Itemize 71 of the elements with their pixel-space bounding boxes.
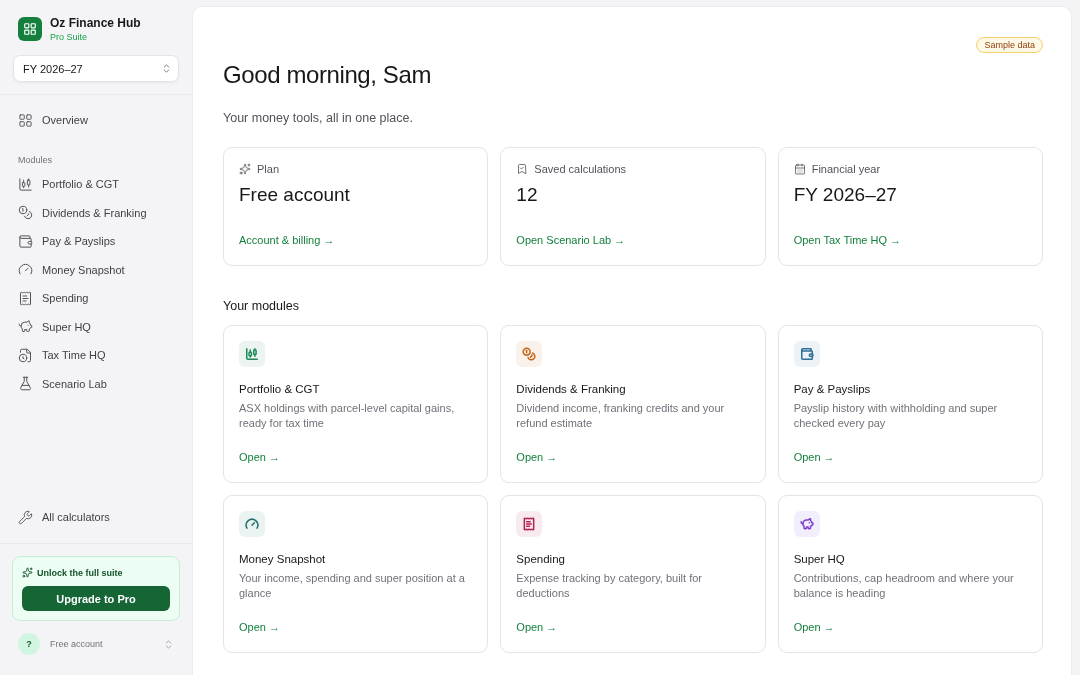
bookmark-icon bbox=[516, 163, 529, 175]
stat-link[interactable]: Open Tax Time HQ → bbox=[793, 234, 902, 246]
upgrade-button[interactable]: Upgrade to Pro bbox=[22, 586, 170, 611]
module-title: Dividends & Franking bbox=[516, 383, 627, 395]
nav-item[interactable]: Spending bbox=[8, 285, 184, 311]
module-title: Portfolio & CGT bbox=[239, 383, 321, 395]
promo-title: Unlock the full suite bbox=[37, 567, 123, 578]
greeting: Good morning, Sam bbox=[223, 61, 432, 89]
sample-data-badge: Sample data bbox=[976, 37, 1043, 53]
module-card[interactable]: Spending Expense tracking by category, built for deductions Open → bbox=[500, 495, 766, 653]
open-link[interactable]: Open → bbox=[239, 451, 280, 463]
subtitle: Your money tools, all in one place. bbox=[223, 111, 414, 125]
nav-item[interactable]: Dividends & Franking bbox=[8, 199, 184, 226]
stat-link[interactable]: Account & billing → bbox=[239, 234, 335, 246]
module-title: Super HQ bbox=[793, 553, 846, 565]
document-icon bbox=[18, 347, 33, 363]
module-description: Dividend income, franking credits and your refund estimate bbox=[516, 401, 726, 431]
nav-item[interactable]: Tax Time HQ bbox=[8, 342, 184, 368]
chevrons-icon bbox=[163, 638, 174, 650]
nav-item[interactable]: Scenario Lab bbox=[8, 370, 184, 397]
module-card[interactable]: Dividends & Franking Dividend income, franking credits and your refund estimate Open → bbox=[500, 325, 766, 483]
module-title: Pay & Payslips bbox=[793, 383, 872, 395]
open-link[interactable]: Open → bbox=[516, 451, 558, 463]
nav-item[interactable]: Super HQ bbox=[8, 313, 184, 340]
module-card[interactable]: Portfolio & CGT ASX holdings with parcel-level capital gains, ready for tax time Open → bbox=[223, 325, 489, 483]
grid-icon bbox=[18, 112, 33, 128]
module-description: ASX holdings with parcel-level capital gains, ready for tax time bbox=[239, 401, 456, 431]
wallet-icon bbox=[18, 233, 33, 249]
module-description: Expense tracking by category, built for deductions bbox=[516, 571, 703, 601]
stat-value: Free account bbox=[239, 184, 351, 206]
calendar-icon bbox=[793, 163, 806, 175]
brand-name: Oz Finance Hub bbox=[50, 16, 141, 30]
section-label: Modules bbox=[17, 155, 54, 165]
section-heading: Your modules bbox=[223, 299, 300, 313]
gauge-icon bbox=[18, 262, 33, 277]
stat-label: Financial year bbox=[811, 163, 881, 175]
nav-item[interactable]: Overview bbox=[8, 107, 184, 133]
stat-value: FY 2026–27 bbox=[793, 184, 898, 206]
open-link[interactable]: Open → bbox=[239, 621, 280, 633]
sparkles-icon bbox=[239, 163, 251, 175]
coins-icon bbox=[18, 205, 33, 220]
module-description: Payslip history with withholding and super checked every pay bbox=[793, 401, 999, 431]
wrench-icon bbox=[18, 509, 33, 525]
piggy-bank-icon bbox=[18, 319, 33, 334]
stat-label: Saved calculations bbox=[534, 163, 627, 175]
module-card[interactable]: Super HQ Contributions, cap headroom and where your balance is heading Open → bbox=[777, 495, 1043, 653]
module-title: Money Snapshot bbox=[239, 553, 327, 565]
stat-link[interactable]: Open Scenario Lab → bbox=[516, 234, 626, 246]
year-select[interactable]: FY 2026–27 bbox=[13, 55, 179, 82]
brand-subtitle: Pro Suite bbox=[50, 32, 89, 42]
module-description: Contributions, cap headroom and where your balance is heading bbox=[793, 571, 1015, 601]
chart-icon bbox=[18, 176, 33, 192]
open-link[interactable]: Open → bbox=[793, 451, 835, 463]
flask-icon bbox=[18, 376, 33, 391]
module-card[interactable]: Pay & Payslips Payslip history with withholding and super checked every pay Open → bbox=[777, 325, 1043, 483]
nav-item[interactable]: Pay & Payslips bbox=[8, 228, 184, 254]
module-card[interactable]: Money Snapshot Your income, spending and super position at a glance Open → bbox=[223, 495, 489, 653]
logo bbox=[18, 17, 42, 41]
chevrons-icon bbox=[161, 63, 172, 74]
module-description: Your income, spending and super position at a glance bbox=[239, 571, 466, 601]
open-link[interactable]: Open → bbox=[793, 621, 835, 633]
nav-item[interactable]: Portfolio & CGT bbox=[8, 171, 184, 197]
stat-value: 12 bbox=[516, 184, 539, 206]
account-switcher[interactable]: ? Free account bbox=[8, 629, 184, 659]
nav-item[interactable]: All calculators bbox=[8, 504, 184, 530]
sparkles-icon bbox=[22, 567, 33, 578]
receipt-icon bbox=[18, 290, 33, 306]
open-link[interactable]: Open → bbox=[516, 621, 558, 633]
stat-label: Plan bbox=[257, 163, 280, 175]
module-title: Spending bbox=[516, 553, 566, 565]
nav-item[interactable]: Money Snapshot bbox=[8, 256, 184, 283]
